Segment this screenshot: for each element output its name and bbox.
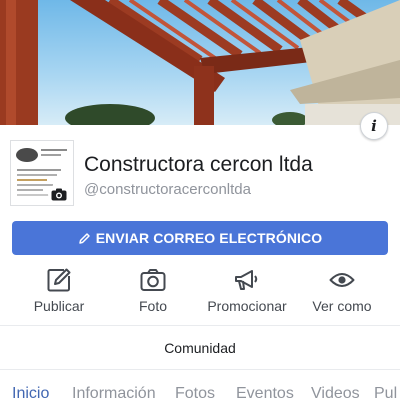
page-username: @constructoracerconltda xyxy=(84,181,251,198)
view-as-label: Ver como xyxy=(312,298,372,314)
photo-label: Foto xyxy=(138,298,167,314)
page-actions: Publicar Foto Promocionar Ver como xyxy=(0,266,400,322)
community-link[interactable]: Comunidad xyxy=(0,340,400,356)
send-email-label: ENVIAR CORREO ELECTRÓNICO xyxy=(95,230,323,246)
page-title: Constructora cercon ltda xyxy=(84,153,313,176)
publish-label: Publicar xyxy=(33,298,85,314)
promote-label: Promocionar xyxy=(207,298,287,314)
megaphone-icon xyxy=(234,266,260,294)
divider xyxy=(0,325,400,326)
tab-publicaciones[interactable]: Pul xyxy=(374,385,397,400)
tab-inicio[interactable]: Inicio xyxy=(12,385,49,400)
send-email-button[interactable]: ENVIAR CORREO ELECTRÓNICO xyxy=(12,221,388,255)
cover-photo[interactable] xyxy=(0,0,400,125)
edit-icon xyxy=(46,266,72,294)
tab-fotos[interactable]: Fotos xyxy=(175,385,215,400)
tab-eventos[interactable]: Eventos xyxy=(236,385,294,400)
photo-button[interactable]: Foto xyxy=(103,266,203,322)
promote-button[interactable]: Promocionar xyxy=(197,266,297,322)
change-profile-photo-button[interactable] xyxy=(48,184,70,204)
info-button[interactable]: i xyxy=(360,112,388,140)
camera-icon xyxy=(51,188,67,200)
eye-icon xyxy=(329,266,355,294)
divider xyxy=(0,369,400,370)
info-icon: i xyxy=(371,117,377,135)
page-tabs: Inicio Información Fotos Eventos Videos … xyxy=(0,385,400,400)
cover-photo-image xyxy=(0,0,400,125)
publish-button[interactable]: Publicar xyxy=(9,266,109,322)
pencil-icon xyxy=(78,232,91,245)
camera-icon xyxy=(140,266,166,294)
tab-informacion[interactable]: Información xyxy=(72,385,156,400)
view-as-button[interactable]: Ver como xyxy=(292,266,392,322)
tab-videos[interactable]: Videos xyxy=(311,385,360,400)
